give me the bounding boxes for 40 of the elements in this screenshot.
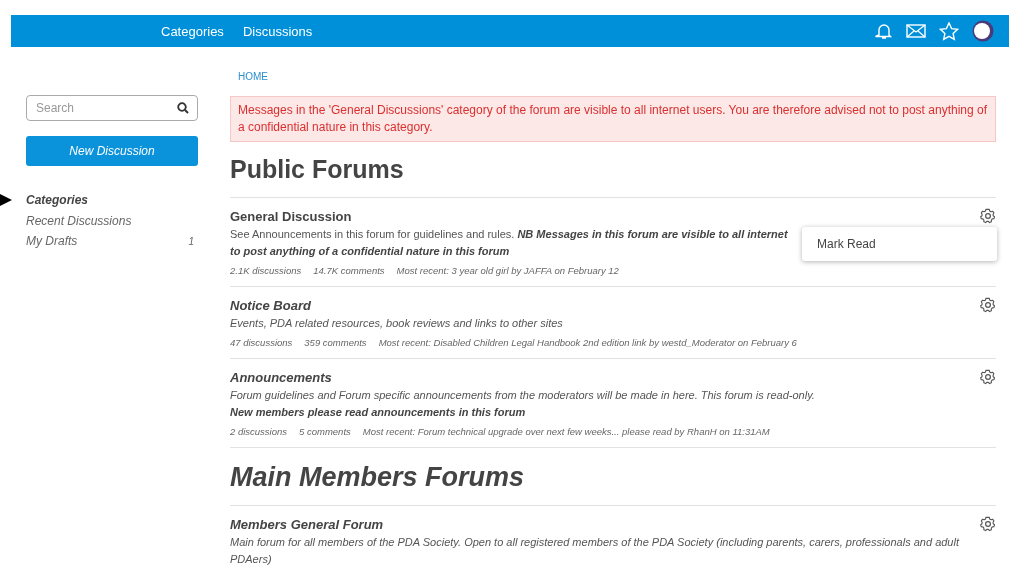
sidebar-link[interactable]: Categories [26, 193, 89, 208]
star-icon[interactable] [939, 21, 959, 41]
sidebar-link[interactable]: Recent Discussions [26, 213, 132, 228]
forum-stat: 14.7K comments [313, 265, 385, 276]
forum-stat: Most recent: Forum technical upgrade over next few weeks... please read by RhanH on 11:31AM [362, 426, 770, 437]
forum-title-link[interactable]: Announcements [230, 369, 332, 385]
draft-count: 1 [188, 235, 194, 247]
avatar-icon[interactable] [972, 20, 994, 42]
forum-stat: Most recent: 3 year old girl by JAFFA on February 12 [396, 265, 619, 276]
forum-stat: 5 comments [299, 426, 351, 437]
forum-description: to post anything of a confidential nature in this forum [230, 244, 510, 259]
search-field[interactable]: Search [26, 95, 198, 121]
nav-link[interactable]: Discussions [242, 23, 313, 39]
forum-title-link[interactable]: General Discussion [230, 208, 352, 224]
forum-title-link[interactable]: Members General Forum [230, 516, 384, 532]
forum-stat: 2 discussions [230, 426, 288, 437]
forum-description: See Announcements in this forum for guidelines and rules. NB Messages in this forum are visible to all internet [230, 227, 788, 242]
forum-stat: 359 comments [304, 337, 367, 348]
nav-link[interactable]: Categories [161, 23, 224, 39]
section-heading: Public Forums [230, 155, 996, 198]
forum-stat: 2.1K discussions [230, 265, 302, 276]
search-icon[interactable] [177, 102, 189, 114]
settings-icon[interactable] [980, 297, 996, 313]
warning-alert: Messages in the 'General Discussions' category of the forum are visible to all internet users. You are therefore advised not to post anything of a confidential nature in this category. [230, 96, 996, 142]
bell-icon[interactable] [875, 22, 893, 40]
forum-stat: 47 discussions [230, 337, 293, 348]
menu-item[interactable]: Mark Read [817, 237, 876, 251]
forum-title-link[interactable]: Notice Board [230, 297, 311, 313]
settings-icon[interactable] [980, 369, 996, 385]
settings-icon[interactable] [980, 516, 996, 532]
sidebar-link[interactable]: My Drafts [26, 234, 78, 249]
forum-description: Events, PDA related resources, book reviews and links to other sites [230, 316, 563, 331]
envelope-icon[interactable] [906, 23, 926, 39]
forum-stat: Most recent: Disabled Children Legal Handbook 2nd edition link by westd_Moderator on February 6 [378, 337, 797, 348]
breadcrumb-link[interactable]: HOME [238, 71, 996, 82]
forum-description: Main forum for all members of the PDA Society. Open to all registered members of the PDA Society (including parents, carers, professionals and adult PDAers) [230, 535, 961, 567]
forum-description: Forum guidelines and Forum specific announcements from the moderators will be made in here. This forum is read-only. [230, 388, 815, 403]
section-heading: Main Members Forums [230, 462, 996, 506]
forum-description: New members please read announcements in this forum [230, 405, 526, 420]
settings-icon[interactable] [980, 208, 996, 224]
